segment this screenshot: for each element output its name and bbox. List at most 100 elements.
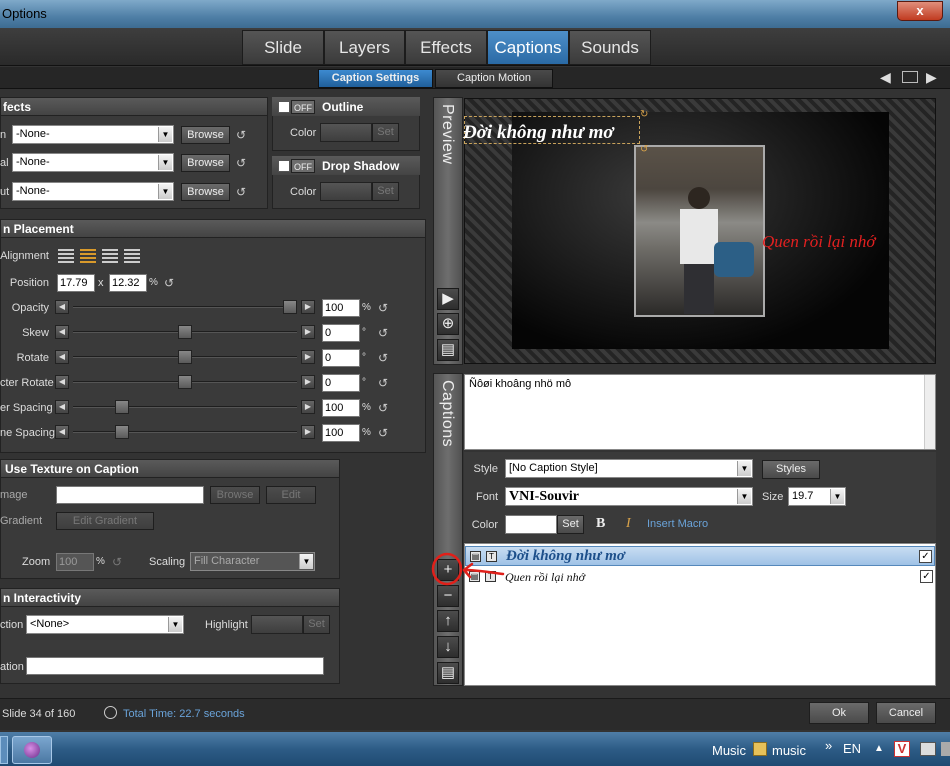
window-close-button[interactable]: x bbox=[897, 1, 943, 21]
tray-app-icon[interactable]: V bbox=[894, 741, 910, 757]
reset-icon[interactable]: ↺ bbox=[164, 277, 176, 289]
slider-value-input[interactable]: 0 bbox=[322, 324, 360, 342]
location-input[interactable] bbox=[26, 657, 324, 675]
slider[interactable]: ◀ ▶ bbox=[55, 375, 315, 389]
slider-left-arrow-icon[interactable]: ◀ bbox=[55, 375, 69, 389]
move-up-icon[interactable]: ↑ bbox=[437, 610, 459, 632]
subtab-caption-settings[interactable]: Caption Settings bbox=[318, 69, 433, 88]
drop-shadow-set-button[interactable]: Set bbox=[372, 182, 399, 201]
effect-out-select[interactable]: -None- ▼ bbox=[12, 182, 174, 201]
align-right-icon[interactable] bbox=[102, 249, 118, 263]
rotate-handle-icon[interactable]: ↺ bbox=[640, 145, 650, 155]
cancel-button[interactable]: Cancel bbox=[876, 702, 936, 724]
slider-thumb[interactable] bbox=[115, 400, 129, 414]
tab-slide[interactable]: Slide bbox=[242, 30, 324, 65]
taskbar-music-label[interactable]: Music bbox=[712, 743, 746, 758]
reset-icon[interactable]: ↺ bbox=[236, 186, 248, 198]
slider-thumb[interactable] bbox=[283, 300, 297, 314]
reset-icon[interactable]: ↺ bbox=[378, 327, 390, 339]
tab-captions[interactable]: Captions bbox=[487, 30, 569, 65]
reset-icon[interactable]: ↺ bbox=[378, 302, 390, 314]
slider-thumb[interactable] bbox=[178, 325, 192, 339]
caption-edit-icon[interactable]: ▤ bbox=[437, 339, 459, 361]
taskbar-overflow[interactable]: » bbox=[825, 738, 832, 753]
caption-list-item[interactable]: ▤ T Quen rồi lại nhớ ✓ bbox=[465, 567, 935, 587]
slider-track[interactable] bbox=[73, 431, 297, 433]
drop-shadow-color-swatch[interactable] bbox=[320, 182, 372, 201]
texture-edit-button[interactable]: Edit bbox=[266, 486, 316, 504]
align-center-icon[interactable] bbox=[80, 249, 96, 263]
size-select[interactable]: 19.7 ▼ bbox=[788, 487, 846, 506]
outline-checkbox[interactable] bbox=[278, 101, 290, 113]
caption-style-select[interactable]: [No Caption Style] ▼ bbox=[505, 459, 753, 478]
effect-normal-browse-button[interactable]: Browse bbox=[181, 154, 230, 172]
arrow-left-icon[interactable]: ◀ bbox=[880, 70, 894, 84]
slider-track[interactable] bbox=[73, 406, 297, 408]
tray-volume-icon[interactable] bbox=[941, 742, 950, 756]
effect-in-select[interactable]: -None- ▼ bbox=[12, 125, 174, 144]
zoom-icon[interactable]: ⊕ bbox=[437, 313, 459, 335]
slider[interactable]: ◀ ▶ bbox=[55, 425, 315, 439]
texture-browse-button[interactable]: Browse bbox=[210, 486, 260, 504]
zoom-input[interactable]: 100 bbox=[56, 553, 94, 571]
caption-text-scrollbar[interactable] bbox=[924, 375, 935, 449]
preview-caption-1[interactable]: Đời không như mơ bbox=[463, 122, 614, 144]
slider-right-arrow-icon[interactable]: ▶ bbox=[301, 325, 315, 339]
slider-right-arrow-icon[interactable]: ▶ bbox=[301, 425, 315, 439]
taskbar-app-button[interactable] bbox=[12, 736, 52, 764]
highlight-color-swatch[interactable] bbox=[251, 615, 303, 634]
slider-thumb[interactable] bbox=[115, 425, 129, 439]
caption-edit-icon[interactable]: ▤ bbox=[437, 662, 459, 684]
reset-icon[interactable]: ↺ bbox=[378, 427, 390, 439]
start-button[interactable] bbox=[0, 736, 8, 764]
effect-out-browse-button[interactable]: Browse bbox=[181, 183, 230, 201]
arrow-right-icon[interactable]: ▶ bbox=[926, 70, 940, 84]
slider-value-input[interactable]: 100 bbox=[322, 399, 360, 417]
align-justify-icon[interactable] bbox=[124, 249, 140, 263]
slider-value-input[interactable]: 0 bbox=[322, 374, 360, 392]
play-icon[interactable]: ▶ bbox=[437, 288, 459, 310]
slider-value-input[interactable]: 0 bbox=[322, 349, 360, 367]
align-left-icon[interactable] bbox=[58, 249, 74, 263]
bold-button[interactable]: B bbox=[596, 516, 605, 532]
text-color-swatch[interactable] bbox=[505, 515, 557, 534]
subtab-caption-motion[interactable]: Caption Motion bbox=[435, 69, 553, 88]
tray-network-icon[interactable] bbox=[920, 742, 936, 756]
slider[interactable]: ◀ ▶ bbox=[55, 325, 315, 339]
action-select[interactable]: <None> ▼ bbox=[26, 615, 184, 634]
reset-icon[interactable]: ↺ bbox=[378, 377, 390, 389]
slider-right-arrow-icon[interactable]: ▶ bbox=[301, 375, 315, 389]
move-down-icon[interactable]: ↓ bbox=[437, 636, 459, 658]
tab-layers[interactable]: Layers bbox=[324, 30, 405, 65]
slider-value-input[interactable]: 100 bbox=[322, 299, 360, 317]
slider-right-arrow-icon[interactable]: ▶ bbox=[301, 350, 315, 364]
tab-sounds[interactable]: Sounds bbox=[569, 30, 651, 65]
highlight-set-button[interactable]: Set bbox=[303, 615, 330, 634]
slider-left-arrow-icon[interactable]: ◀ bbox=[55, 325, 69, 339]
caption-list-item[interactable]: ▤ T Đời không như mơ ✓ bbox=[465, 546, 935, 566]
caption-text-area[interactable]: Ñôøi khoâng nhö mô bbox=[464, 374, 936, 450]
taskbar-folder-label[interactable]: music bbox=[772, 743, 806, 758]
tab-effects[interactable]: Effects bbox=[405, 30, 487, 65]
italic-button[interactable]: I bbox=[626, 516, 631, 532]
outline-set-button[interactable]: Set bbox=[372, 123, 399, 142]
styles-button[interactable]: Styles bbox=[762, 460, 820, 479]
rotate-handle-icon[interactable]: ↻ bbox=[640, 110, 650, 120]
slider-left-arrow-icon[interactable]: ◀ bbox=[55, 400, 69, 414]
scaling-select[interactable]: Fill Character ▼ bbox=[190, 552, 315, 571]
position-y-input[interactable]: 12.32 bbox=[109, 274, 147, 292]
text-color-set-button[interactable]: Set bbox=[557, 515, 584, 534]
preview-caption-2[interactable]: Quen rồi lại nhớ bbox=[762, 232, 875, 252]
position-x-input[interactable]: 17.79 bbox=[57, 274, 95, 292]
slider[interactable]: ◀ ▶ bbox=[55, 350, 315, 364]
reset-icon[interactable]: ↺ bbox=[236, 157, 248, 169]
ok-button[interactable]: Ok bbox=[809, 702, 869, 724]
drop-shadow-toggle[interactable]: OFF bbox=[291, 159, 315, 173]
language-indicator[interactable]: EN bbox=[843, 741, 861, 756]
effect-normal-select[interactable]: -None- ▼ bbox=[12, 153, 174, 172]
reset-icon[interactable]: ↺ bbox=[378, 402, 390, 414]
insert-macro-link[interactable]: Insert Macro bbox=[647, 518, 708, 530]
slider-thumb[interactable] bbox=[178, 350, 192, 364]
tray-up-arrow-icon[interactable]: ▲ bbox=[874, 743, 884, 754]
slider-left-arrow-icon[interactable]: ◀ bbox=[55, 300, 69, 314]
